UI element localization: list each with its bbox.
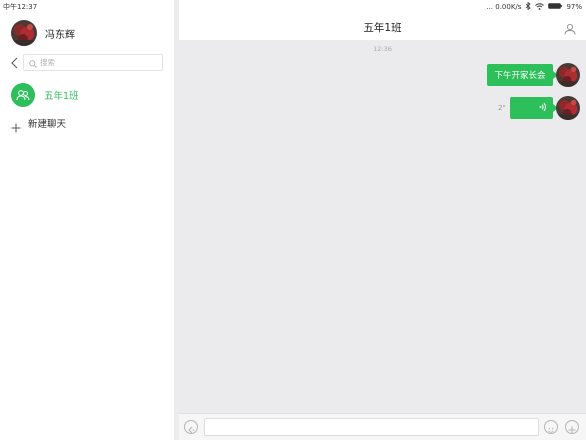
wifi-icon [535,2,545,12]
chevron-left-icon[interactable] [8,54,20,71]
conversation-label: 五年1班 [44,91,79,102]
message-bubble-text[interactable]: 下午开家长会 [487,64,553,86]
plus-icon [11,118,21,133]
conversation-item[interactable]: 五年1班 [11,83,79,107]
avatar[interactable] [11,20,37,46]
emoji-icon[interactable] [544,420,558,434]
battery-level: 97% [566,3,582,11]
search-placeholder: 搜索 [40,58,55,67]
chat-title: 五年1班 [363,22,402,34]
status-time: 中午12:37 [3,3,38,11]
new-chat-label: 新建聊天 [28,119,67,130]
message-input[interactable] [204,418,539,436]
avatar[interactable] [556,96,580,120]
bluetooth-icon [525,1,532,12]
group-icon [11,83,35,107]
voice-mode-icon[interactable] [184,420,198,434]
sidebar: 中午12:37 冯东辉 搜索 五年1班 新建聊天 [0,0,174,440]
message-text: 下午开家长会 [494,71,546,81]
network-speed: ... 0.00K/s [486,3,522,11]
status-bar: ... 0.00K/s 97% [486,1,582,12]
search-input[interactable]: 搜索 [23,54,163,71]
chat-header: ... 0.00K/s 97% 五年1班 [179,0,586,40]
message-bubble-voice[interactable] [510,97,553,119]
message-timestamp: 12:36 [373,45,392,53]
chat-panel: ... 0.00K/s 97% 五年1班 12:36 下午开家长会 2" [179,0,586,440]
battery-icon [548,3,563,11]
voice-wave-icon [539,102,547,115]
plus-circle-icon[interactable] [565,420,579,434]
search-row: 搜索 [8,54,163,71]
search-icon [29,53,37,72]
profile-row[interactable]: 冯东辉 [11,20,75,46]
input-bar [179,413,586,440]
user-name: 冯东辉 [45,29,75,41]
person-icon[interactable] [564,20,576,35]
avatar[interactable] [556,63,580,87]
new-chat-button[interactable]: 新建聊天 [11,116,67,133]
voice-duration: 2" [498,104,506,112]
